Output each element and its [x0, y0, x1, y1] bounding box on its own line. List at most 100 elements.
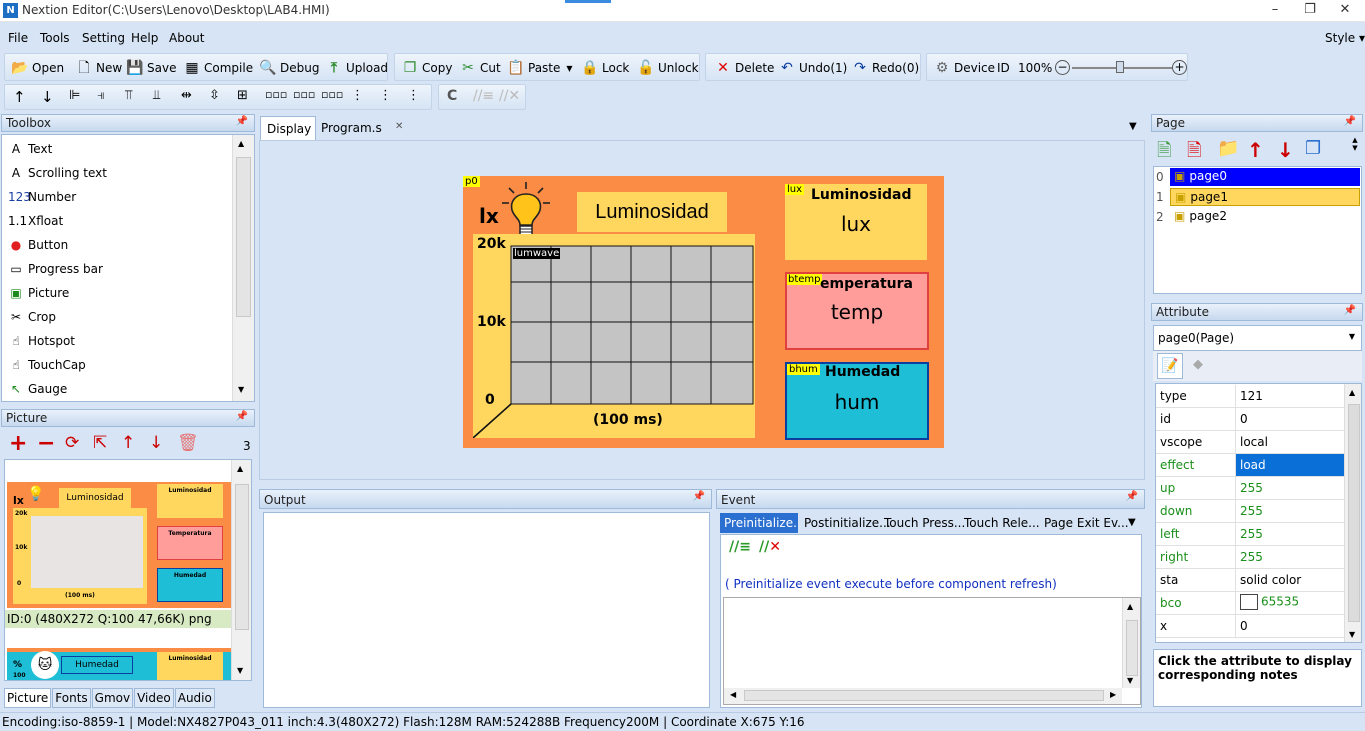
maximize-button[interactable]: ❐ — [1295, 2, 1325, 20]
tab-picture[interactable]: Picture — [4, 688, 52, 708]
comment-icon[interactable]: C — [447, 88, 457, 104]
same-width-icon[interactable]: ▫▫▫ — [265, 88, 287, 101]
center-both-icon[interactable]: ⊞ — [237, 88, 248, 103]
menu-setting[interactable]: Setting — [82, 31, 125, 45]
pin-icon[interactable]: 📌 — [1344, 305, 1356, 316]
hmi-canvas[interactable]: p0 lx Luminosidad 20k 10k 0 lumwave (100… — [463, 176, 944, 448]
code-scrollbar-h[interactable]: ◀ ▶ — [724, 688, 1122, 704]
tab-list-icon[interactable]: ▼ — [1129, 121, 1137, 132]
picture-thumbnail-2[interactable]: % 100 🐱 Humedad Luminosidad — [7, 648, 231, 680]
page-down-icon[interactable]: ↓ — [1277, 138, 1294, 162]
comment-lines-icon[interactable]: //≡ — [473, 88, 494, 104]
comment-lines-icon[interactable]: //≡ — [729, 539, 751, 555]
close-tab-icon[interactable]: ✕ — [395, 121, 403, 132]
toolbox-item-number[interactable]: 123 Number — [2, 185, 230, 209]
menu-file[interactable]: File — [8, 31, 28, 45]
toolbox-item-text[interactable]: A Text — [2, 137, 230, 161]
attribute-value[interactable]: local — [1236, 431, 1344, 453]
pin-icon[interactable]: 📌 — [236, 411, 248, 422]
tab-preinitialize[interactable]: Preinitialize... — [720, 513, 798, 533]
attribute-row-sta[interactable]: sta solid color — [1156, 569, 1344, 592]
attribute-value[interactable]: 255 — [1236, 546, 1344, 568]
tab-video[interactable]: Video — [134, 688, 174, 708]
replace-picture-icon[interactable]: ⟳ — [65, 433, 79, 453]
align-left-icon[interactable]: ⊫ — [69, 88, 80, 103]
zoom-out-icon[interactable]: − — [1055, 60, 1070, 75]
attribute-value[interactable]: 255 — [1236, 523, 1344, 545]
tab-touch-release[interactable]: Touch Rele... — [964, 516, 1040, 530]
align-bottom-icon[interactable]: ⫫ — [153, 88, 160, 103]
toolbox-item-progress-bar[interactable]: ▭ Progress bar — [2, 257, 230, 281]
paste-button[interactable]: 📋 Paste ▼ — [507, 55, 572, 81]
attribute-scrollbar[interactable]: ▲ ▼ — [1344, 384, 1361, 642]
properties-icon[interactable]: 📝 — [1157, 353, 1183, 379]
uncomment-lines-icon[interactable]: //✕ — [499, 88, 520, 104]
scroll-down-icon[interactable]: ▼ — [237, 666, 243, 675]
compile-button[interactable]: ▦ Compile — [183, 55, 253, 81]
add-picture-icon[interactable]: + — [9, 431, 27, 456]
new-button[interactable]: 🗋 New — [75, 55, 122, 81]
toolbox-scrollbar[interactable]: ▲ ▼ — [232, 135, 254, 401]
id-button[interactable]: ID — [997, 55, 1010, 81]
title-box[interactable]: Luminosidad — [577, 192, 727, 232]
toolbox-item-button[interactable]: ● Button — [2, 233, 230, 257]
open-button[interactable]: 📂 Open — [11, 55, 64, 81]
attribute-row-id[interactable]: id 0 — [1156, 408, 1344, 431]
trash-icon[interactable]: 🗑 — [177, 433, 199, 453]
copy-page-icon[interactable]: ❐ — [1305, 138, 1321, 159]
add-page-icon[interactable]: 🗎 — [1157, 138, 1171, 168]
remove-picture-icon[interactable]: − — [37, 431, 55, 456]
toolbox-item-picture[interactable]: ▣ Picture — [2, 281, 230, 305]
attribute-row-down[interactable]: down 255 — [1156, 500, 1344, 523]
attribute-value[interactable]: 121 — [1236, 385, 1344, 407]
attribute-value[interactable]: 0 — [1236, 615, 1344, 637]
attribute-row-x[interactable]: x0 — [1156, 615, 1344, 638]
space-horizontal-icon[interactable]: ▫▫▫ — [321, 88, 343, 101]
page-up-icon[interactable]: ↑ — [1247, 138, 1264, 162]
component-selector[interactable]: page0(Page) ▼ — [1153, 325, 1362, 351]
tab-page-exit[interactable]: Page Exit Ev... — [1044, 516, 1129, 530]
insert-page-icon[interactable]: 📁 — [1217, 138, 1239, 159]
attribute-row-bco[interactable]: bco 65535 — [1156, 592, 1344, 615]
output-console[interactable] — [263, 512, 710, 708]
toolbox-item-xfloat[interactable]: 1.1 Xfloat — [2, 209, 230, 233]
attribute-value[interactable]: 0 — [1236, 408, 1344, 430]
scroll-up-icon[interactable]: ▲ — [238, 139, 244, 148]
move-down-icon[interactable]: ↓ — [149, 433, 163, 453]
uncomment-lines-icon[interactable]: //✕ — [759, 539, 781, 555]
tab-gmov[interactable]: Gmov — [91, 688, 134, 708]
close-button[interactable]: ✕ — [1330, 2, 1360, 20]
toolbox-item-crop[interactable]: ✂ Crop — [2, 305, 230, 329]
event-code-editor[interactable]: ▲ ▼ ◀ ▶ — [723, 597, 1141, 705]
toolbar-overflow-icon[interactable]: ▲ ▼ — [1349, 136, 1361, 164]
attribute-row-type[interactable]: type 121 — [1156, 385, 1344, 408]
tab-postinitialize[interactable]: Postinitialize... — [804, 516, 891, 530]
pin-icon[interactable]: 📌 — [236, 116, 248, 127]
attribute-value[interactable]: load — [1236, 454, 1344, 476]
space-vertical-icon[interactable]: ⋮ — [351, 88, 364, 103]
same-height-icon[interactable]: ▫▫▫ — [293, 88, 315, 101]
attribute-value[interactable]: 255 — [1236, 500, 1344, 522]
event-tab-list-icon[interactable]: ▼ — [1128, 517, 1136, 528]
attribute-value[interactable]: 255 — [1236, 477, 1344, 499]
save-button[interactable]: 💾 Save — [126, 55, 176, 81]
scroll-up-icon[interactable]: ▲ — [237, 464, 243, 473]
copy-button[interactable]: ❐ Copy — [401, 55, 453, 81]
distribute-vertical-icon[interactable]: ⋮ — [379, 88, 392, 103]
hum-component[interactable]: bhum Humedad hum — [785, 362, 929, 440]
upload-button[interactable]: ⤒ Upload — [325, 55, 388, 81]
attribute-row-right[interactable]: right 255 — [1156, 546, 1344, 569]
toolbox-item-touchcap[interactable]: ☝ TouchCap — [2, 353, 230, 377]
lux-component[interactable]: lux Luminosidad lux — [785, 184, 927, 260]
attribute-row-left[interactable]: left 255 — [1156, 523, 1344, 546]
attribute-row-effect[interactable]: effect load — [1156, 454, 1344, 477]
menu-help[interactable]: Help — [131, 31, 158, 45]
color-swatch[interactable] — [1240, 594, 1258, 610]
tab-audio[interactable]: Audio — [174, 688, 215, 708]
arrow-up-icon[interactable]: ↑ — [13, 88, 26, 106]
sort-icon[interactable]: ◆ — [1193, 357, 1203, 372]
center-horizontal-icon[interactable]: ⇹ — [181, 88, 192, 103]
toolbox-item-gauge[interactable]: ↖ Gauge — [2, 377, 230, 401]
cut-button[interactable]: ✂ Cut — [459, 55, 501, 81]
debug-button[interactable]: 🔍 Debug — [259, 55, 319, 81]
